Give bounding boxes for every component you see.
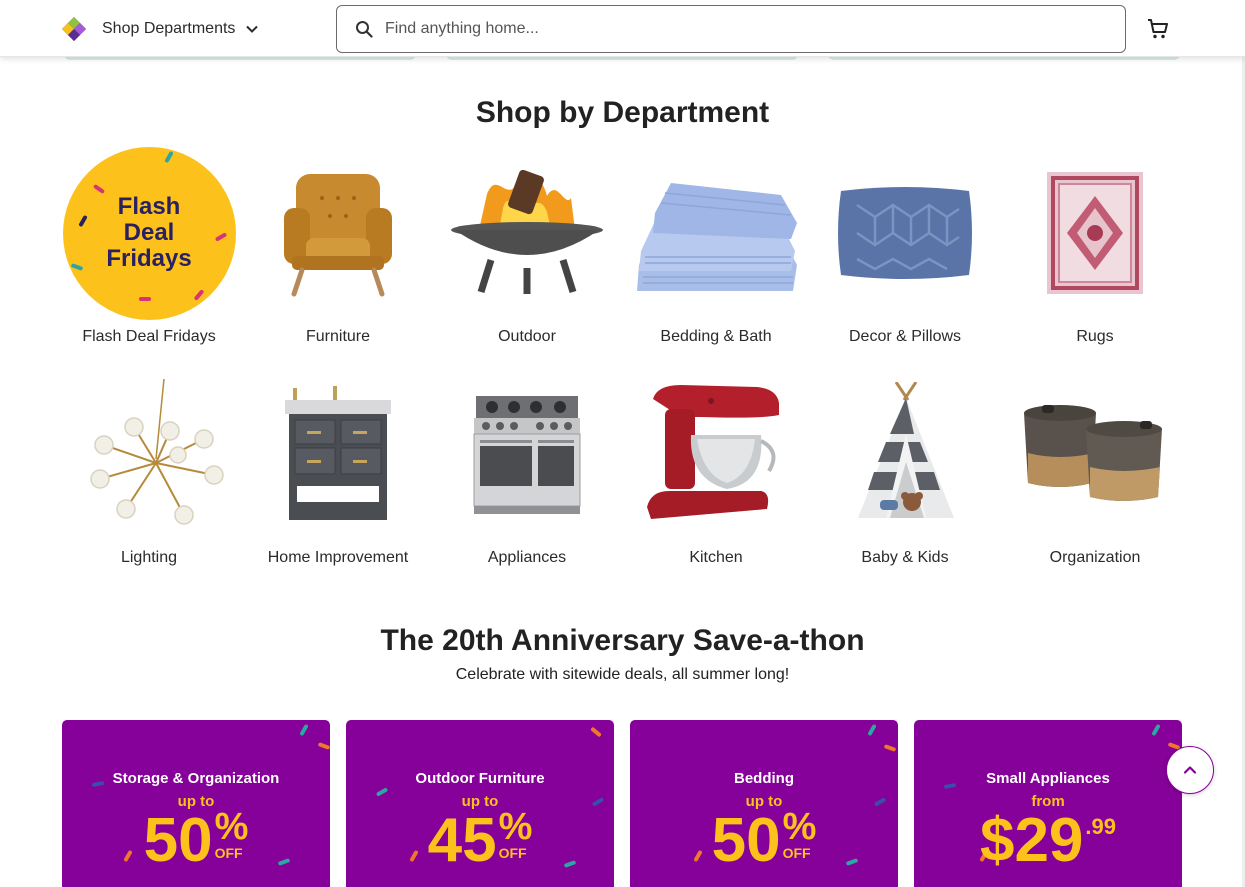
wayfair-logo-icon[interactable] — [61, 16, 87, 42]
shop-departments-button[interactable]: Shop Departments — [102, 14, 259, 44]
flash-badge-line-3: Fridays — [106, 245, 192, 272]
search-box[interactable] — [336, 5, 1126, 53]
department-tile-kitchen[interactable]: Kitchen — [626, 369, 806, 569]
department-label: Bedding & Bath — [660, 328, 772, 345]
promo-category: Outdoor Furniture — [415, 770, 545, 787]
section-title-anniversary: The 20th Anniversary Save-a-thon — [380, 624, 865, 657]
promo-card-small-appliances[interactable]: Small Appliances from $29 .99 — [914, 720, 1182, 887]
department-label: Baby & Kids — [861, 549, 949, 566]
shop-departments-label: Shop Departments — [102, 20, 236, 37]
flash-deal-badge: Flash Deal Fridays — [59, 146, 239, 320]
promo-card-outdoor-furniture[interactable]: Outdoor Furniture up to 45 % OFF — [346, 720, 614, 887]
pillow-image — [815, 148, 995, 318]
department-tile-organization[interactable]: Organization — [1005, 369, 1185, 569]
department-label: Lighting — [120, 549, 178, 566]
promo-symbol: % — [782, 806, 817, 848]
back-to-top-button[interactable] — [1166, 746, 1214, 794]
department-tile-furniture[interactable]: Furniture — [248, 148, 428, 348]
rug-image — [1005, 148, 1185, 318]
top-header: Shop Departments — [0, 0, 1245, 57]
range-oven-image — [437, 369, 617, 539]
search-input[interactable] — [385, 20, 1085, 38]
promo-category: Bedding — [734, 770, 794, 787]
department-tile-flash-deal-fridays[interactable]: Flash Deal Fridays Flash Deal Fridays — [59, 146, 239, 348]
department-label: Kitchen — [689, 549, 743, 566]
department-label: Furniture — [305, 328, 371, 345]
department-label: Organization — [1049, 549, 1141, 566]
promo-card-storage-organization[interactable]: Storage & Organization up to 50 % OFF — [62, 720, 330, 887]
department-label: Decor & Pillows — [848, 328, 962, 345]
search-icon — [356, 21, 373, 38]
department-tile-bedding-bath[interactable]: Bedding & Bath — [626, 148, 806, 348]
department-tile-home-improvement[interactable]: Home Improvement — [248, 369, 428, 569]
section-title-departments: Shop by Department — [475, 96, 770, 129]
department-tile-baby-kids[interactable]: Baby & Kids — [815, 369, 995, 569]
department-label: Flash Deal Fridays — [82, 328, 216, 345]
teepee-image — [815, 369, 995, 539]
department-label: Appliances — [487, 549, 567, 566]
department-label: Home Improvement — [267, 549, 409, 566]
chevron-down-icon — [246, 25, 259, 33]
promo-suffix: OFF — [498, 845, 527, 861]
promo-suffix: OFF — [782, 845, 811, 861]
promo-amount: 50 — [143, 806, 213, 875]
department-tile-lighting[interactable]: Lighting — [59, 369, 239, 569]
armchair-image — [248, 148, 428, 318]
promo-category: Small Appliances — [986, 770, 1110, 787]
department-tile-rugs[interactable]: Rugs — [1005, 148, 1185, 348]
promo-amount: $29 — [979, 806, 1084, 875]
flash-badge-line-1: Flash — [117, 193, 181, 220]
promo-card-bedding[interactable]: Bedding up to 50 % OFF — [630, 720, 898, 887]
flash-badge-line-2: Deal — [123, 219, 175, 246]
chevron-up-icon — [1183, 766, 1197, 774]
department-tile-appliances[interactable]: Appliances — [437, 369, 617, 569]
department-tile-outdoor[interactable]: Outdoor — [437, 148, 617, 348]
vanity-image — [248, 369, 428, 539]
chandelier-image — [59, 369, 239, 539]
sheets-image — [626, 148, 806, 318]
promo-amount: 50 — [711, 806, 781, 875]
promo-amount: 45 — [427, 806, 497, 875]
promo-cents: .99 — [1085, 814, 1117, 839]
fire-pit-image — [437, 148, 617, 318]
department-label: Rugs — [1076, 328, 1114, 345]
promo-symbol: % — [214, 806, 249, 848]
promo-symbol: % — [498, 806, 533, 848]
section-subtitle-anniversary: Celebrate with sitewide deals, all summe… — [455, 666, 790, 683]
stand-mixer-image — [626, 369, 806, 539]
promo-suffix: OFF — [214, 845, 243, 861]
department-tile-decor-pillows[interactable]: Decor & Pillows — [815, 148, 995, 348]
cart-icon[interactable] — [1146, 17, 1170, 41]
baskets-image — [1005, 369, 1185, 539]
department-label: Outdoor — [498, 328, 556, 345]
promo-category: Storage & Organization — [112, 770, 280, 787]
